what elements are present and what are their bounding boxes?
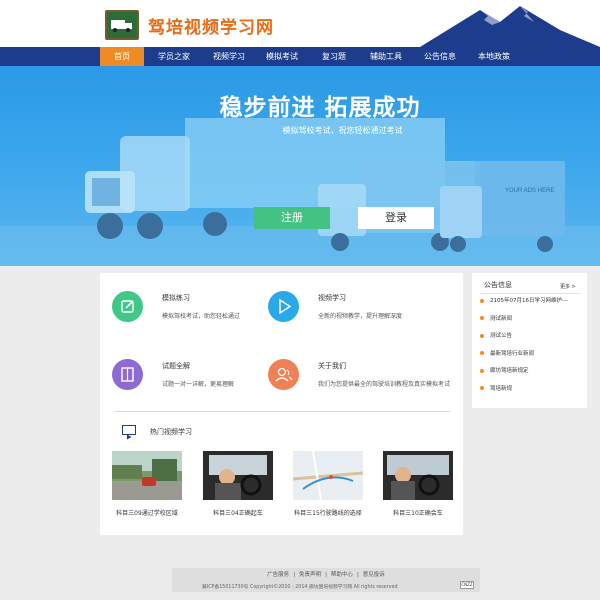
announcement-item[interactable]: 廊坊驾培新规定	[480, 366, 584, 376]
panel-divider	[480, 293, 580, 294]
edit-icon	[112, 291, 143, 322]
feature-desc: 我们为您提供最全的驾驶培训教程及真实模拟考试	[318, 381, 451, 388]
banner-subtitle: 模拟驾校考试，祝您轻松通过考试	[282, 126, 403, 135]
video-thumbnail[interactable]	[112, 451, 182, 500]
nav-item[interactable]: 学员之家	[144, 47, 204, 66]
footer-link[interactable]: 广告服务	[267, 572, 289, 578]
footer-copyright: 冀ICP备15011730号 Copyright©2010 - 2014 廊坊国…	[202, 585, 398, 590]
logo[interactable]	[105, 10, 139, 40]
nav-item[interactable]: 辅助工具	[358, 47, 414, 66]
banner-title: 稳步前进 拓展成功	[219, 95, 421, 121]
feature-desc: 试题一对一详解，更易理解	[162, 381, 235, 388]
announcement-item[interactable]: 驾培新规	[480, 384, 584, 394]
announcement-item[interactable]: 测试公告	[480, 331, 584, 341]
play-icon	[268, 291, 299, 322]
feature-desc: 全新的视频教学，提升理解深度	[318, 313, 403, 320]
bullet-dot-icon	[480, 298, 484, 303]
nav-item[interactable]: 复习题	[310, 47, 358, 66]
bullet-dot-icon	[480, 386, 484, 390]
feature-desc: 模拟驾校考试，助您轻松通过	[162, 313, 241, 320]
announcement-item[interactable]: 最新驾培行业新闻	[480, 349, 584, 359]
main-content-card: 模拟练习 模拟驾校考试，助您轻松通过 视频学习 全新的视频教学，提升理解深度 试…	[100, 273, 463, 535]
users-icon	[268, 359, 299, 390]
nav-item[interactable]: 公告信息	[414, 47, 466, 66]
footer-link[interactable]: 意见投诉	[363, 572, 385, 578]
feature-video[interactable]: 视频学习 全新的视频教学，提升理解深度	[268, 291, 438, 331]
feature-questions[interactable]: 试题全解 试题一对一详解，更易理解	[112, 359, 282, 399]
announcement-text: 廊坊驾培新规定	[490, 368, 529, 374]
bullet-dot-icon	[480, 368, 484, 373]
announcement-item[interactable]: 2105年07月16日学习网维护---	[480, 296, 584, 306]
site-title[interactable]: 驾培视频学习网	[148, 13, 274, 38]
announcement-text: 最新驾培行业新闻	[490, 350, 535, 357]
nav-item[interactable]: 视频学习	[204, 47, 254, 66]
announcements-panel: 公告信息 更多 > 2105年07月16日学习网维护--- 测试新闻测试公告最新驾…	[472, 273, 587, 408]
more-link[interactable]: 更多 >	[560, 283, 576, 290]
video-caption[interactable]: 科目三09通过学校区域	[106, 508, 188, 517]
footer-separator: |	[356, 572, 359, 578]
footer-link[interactable]: 免责声明	[299, 572, 321, 578]
nav-item[interactable]: 首页	[100, 47, 144, 66]
video-item[interactable]: 科目三15行驶路线的选择	[293, 451, 363, 517]
section-divider	[114, 411, 450, 412]
video-caption[interactable]: 科目三10正确会车	[377, 508, 459, 517]
main-nav: 首页 学员之家 视频学习 模拟考试 复习题 辅助工具 公告信息 本地政策	[0, 47, 600, 66]
video-thumbnail[interactable]	[383, 451, 453, 500]
video-caption[interactable]: 科目三15行驶路线的选择	[287, 508, 369, 517]
feature-title: 视频学习	[318, 294, 346, 302]
footer-separator: |	[325, 572, 327, 578]
book-icon	[112, 359, 143, 390]
video-thumbnail[interactable]	[203, 451, 273, 500]
register-button[interactable]: 注册	[254, 207, 330, 229]
video-item[interactable]: 科目三04正确起车	[203, 451, 273, 517]
feature-title: 模拟练习	[162, 294, 190, 302]
nav-item[interactable]: 本地政策	[466, 47, 522, 66]
announcement-text: 测试新闻	[490, 315, 513, 322]
truck-ads-text: YOUR ADS HERE	[505, 188, 554, 194]
top-header: 驾培视频学习网	[0, 0, 600, 47]
video-item[interactable]: 科目三10正确会车	[383, 451, 453, 517]
nav-list: 首页 学员之家 视频学习 模拟考试 复习题 辅助工具 公告信息 本地政策	[100, 47, 522, 66]
hero-banner: YOUR ADS HERE 稳步前进 拓展成功 模拟驾校考试，祝您轻松通过考试 …	[0, 66, 600, 266]
feature-practice[interactable]: 模拟练习 模拟驾校考试，助您轻松通过	[112, 291, 282, 331]
feature-title: 关于我们	[318, 362, 346, 370]
video-item[interactable]: 科目三09通过学校区域	[112, 451, 182, 517]
video-icon	[122, 425, 136, 440]
login-button[interactable]: 登录	[358, 207, 434, 229]
truck-logo-icon	[111, 20, 132, 32]
announcement-text: 驾培新规	[490, 385, 513, 392]
nav-item[interactable]: 模拟考试	[254, 47, 310, 66]
announcement-text: 测试公告	[490, 333, 513, 339]
hot-videos-title: 热门视频学习	[150, 428, 192, 436]
video-thumbnail[interactable]	[293, 451, 363, 500]
cnzz-badge[interactable]: CNZZ	[460, 581, 474, 589]
footer-links: 广告服务 | 免责声明 | 帮助中心 | 意见投诉	[172, 570, 480, 578]
announcements-title: 公告信息	[484, 281, 512, 289]
bullet-dot-icon	[480, 333, 484, 338]
footer: 广告服务 | 免责声明 | 帮助中心 | 意见投诉 冀ICP备15011730号 Copyr…	[172, 568, 480, 592]
bullet-dot-icon	[480, 351, 484, 355]
announcement-item[interactable]: 测试新闻	[480, 314, 584, 324]
mountain-decoration	[420, 6, 600, 47]
footer-link[interactable]: 帮助中心	[331, 572, 353, 578]
feature-about[interactable]: 关于我们 我们为您提供最全的驾驶培训教程及真实模拟考试	[268, 359, 450, 399]
feature-title: 试题全解	[162, 362, 190, 370]
video-caption[interactable]: 科目三04正确起车	[197, 508, 279, 517]
bullet-dot-icon	[480, 316, 484, 320]
footer-separator: |	[293, 572, 296, 578]
announcement-text: 2105年07月16日学习网维护---	[490, 298, 568, 304]
